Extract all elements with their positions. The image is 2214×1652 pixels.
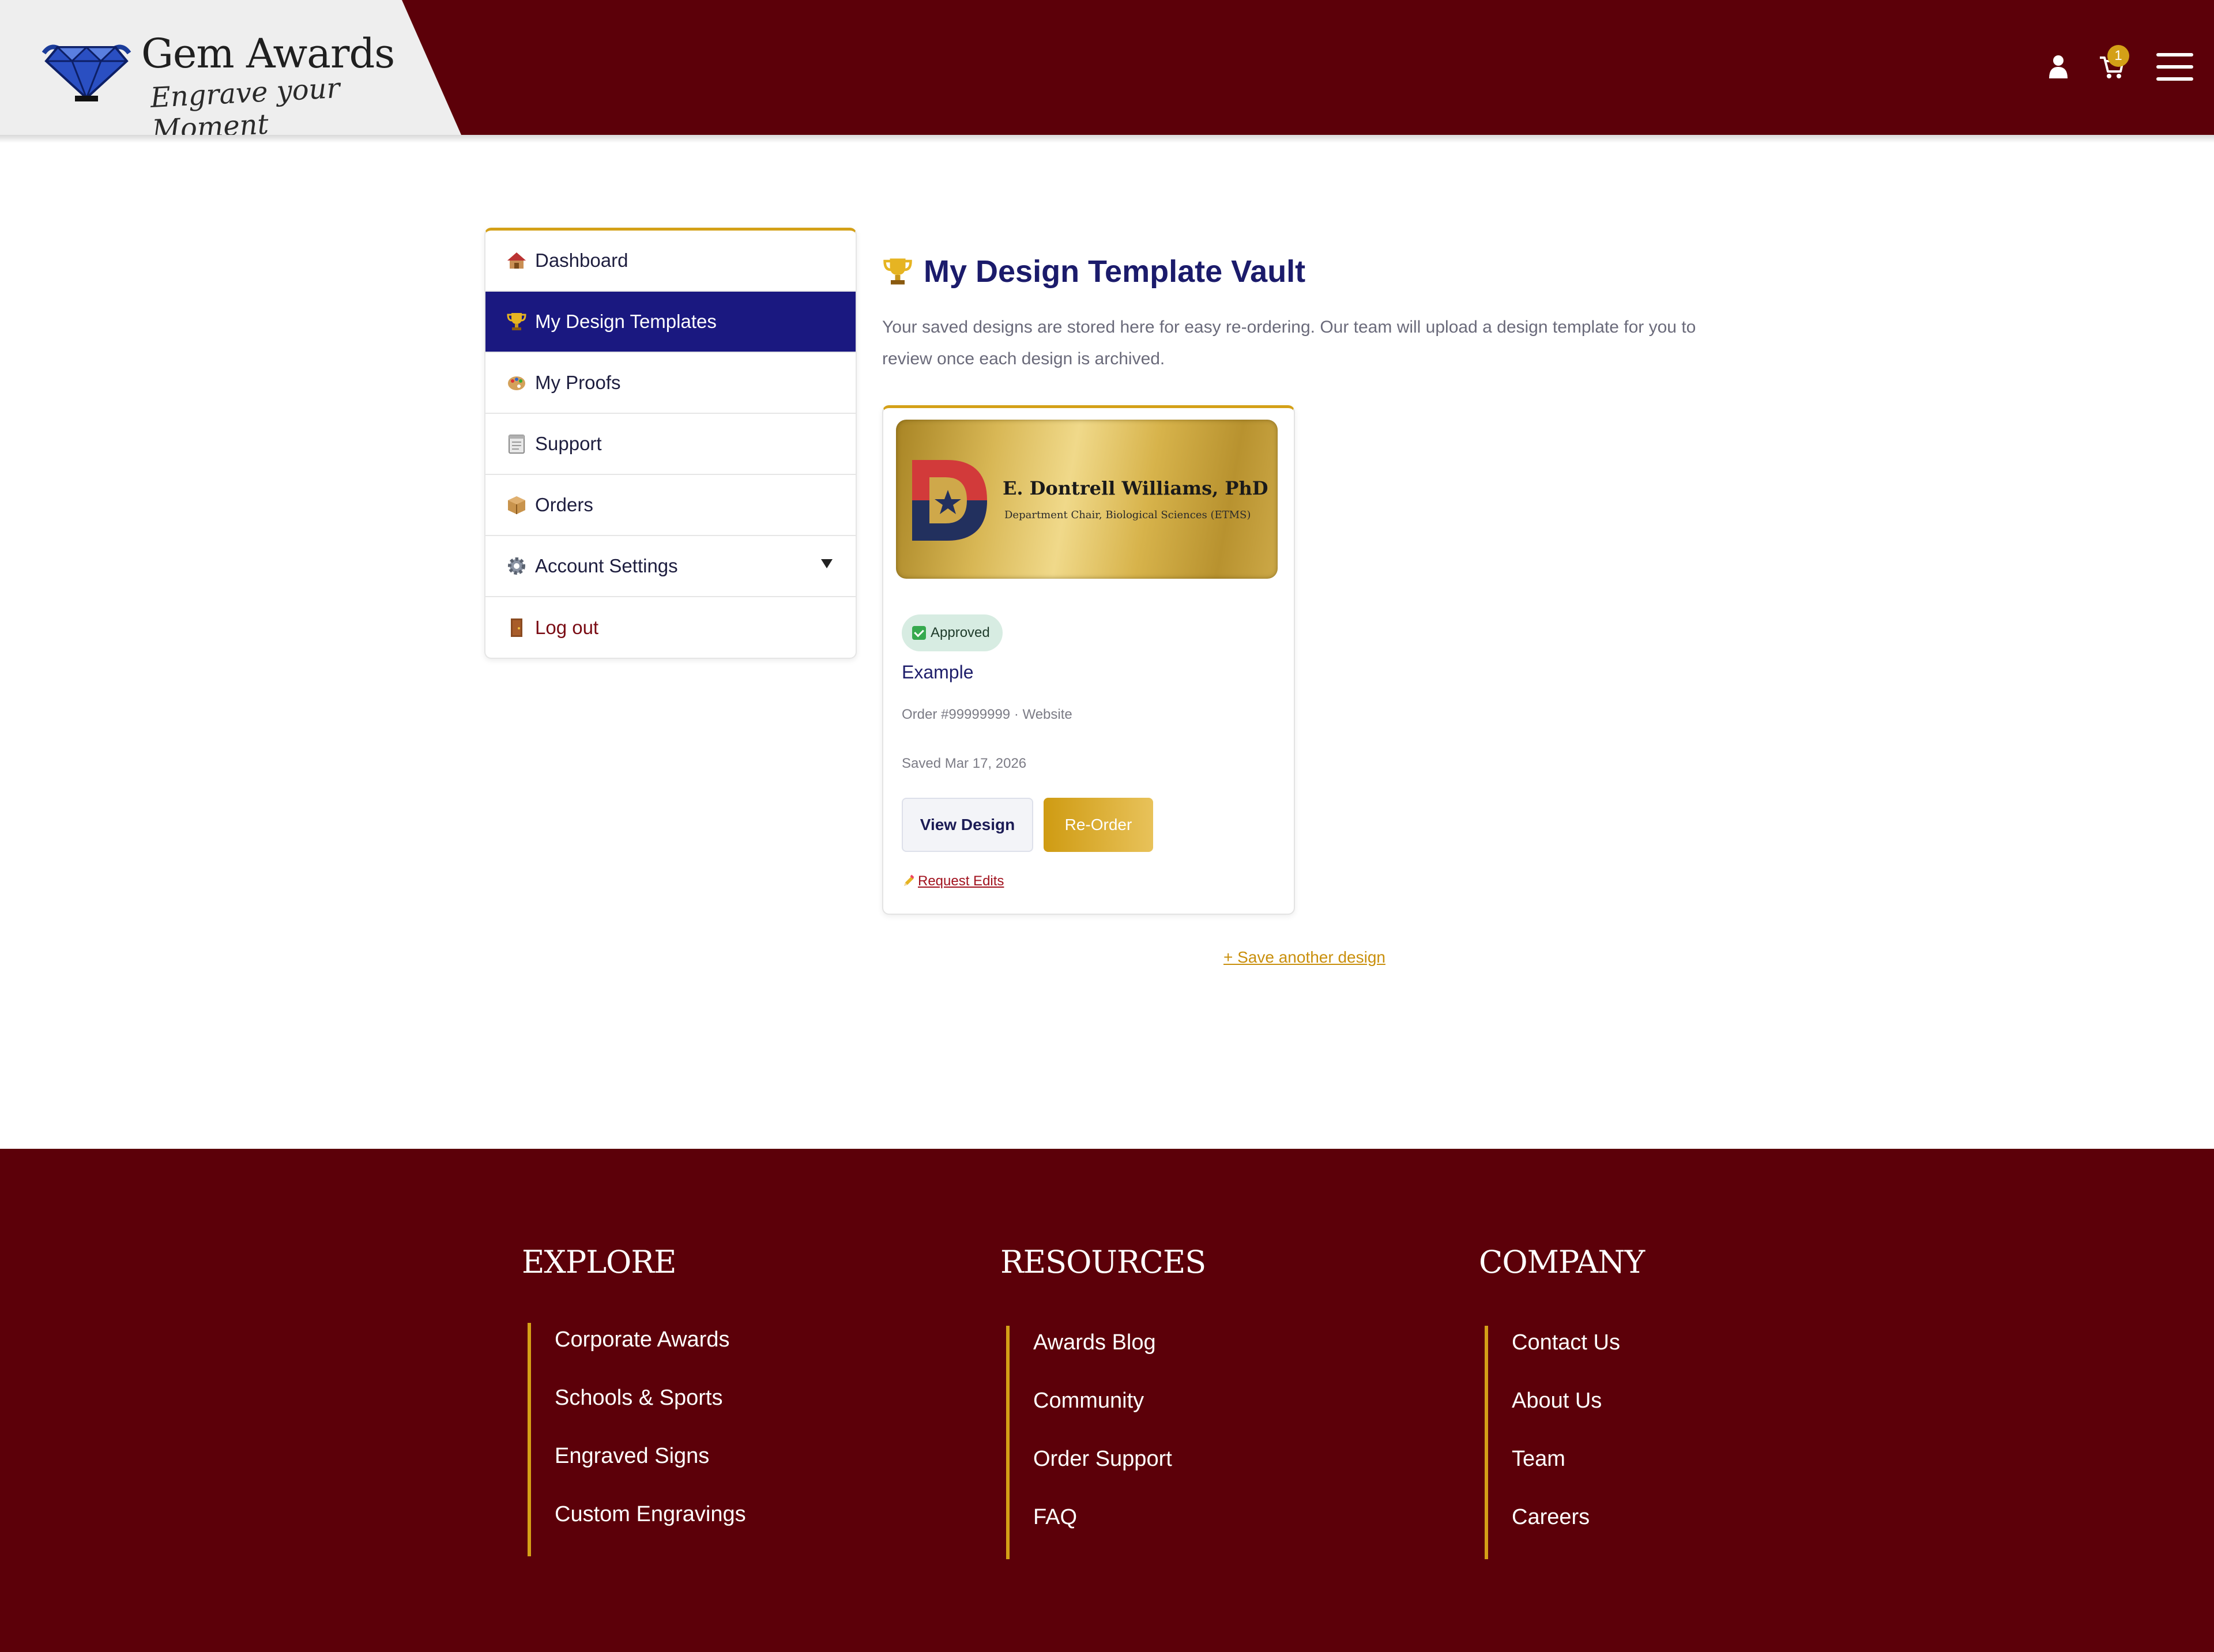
user-icon[interactable] — [2048, 54, 2069, 80]
reorder-button[interactable]: Re-Order — [1044, 798, 1153, 852]
pencil-icon — [904, 874, 914, 886]
trophy-icon — [507, 313, 526, 330]
site-footer: EXPLORE Corporate Awards Schools & Sport… — [0, 1149, 2214, 1652]
gear-icon — [508, 557, 525, 575]
cart-count-badge: 1 — [2107, 45, 2129, 67]
footer-link-about-us[interactable]: About Us — [1512, 1389, 1602, 1413]
footer-heading-explore: EXPLORE — [522, 1244, 676, 1280]
page-title-text: My Design Template Vault — [924, 254, 1306, 289]
footer-link-engraved-signs[interactable]: Engraved Signs — [555, 1444, 709, 1469]
sidebar-item-support[interactable]: Support — [485, 414, 856, 475]
plaque-logo-icon — [912, 460, 987, 541]
house-icon — [507, 252, 526, 269]
footer-link-faq[interactable]: FAQ — [1033, 1505, 1077, 1530]
footer-link-awards-blog[interactable]: Awards Blog — [1033, 1330, 1156, 1355]
footer-link-careers[interactable]: Careers — [1512, 1505, 1590, 1530]
footer-link-contact-us[interactable]: Contact Us — [1512, 1330, 1620, 1355]
request-edits-link[interactable]: Request Edits — [902, 873, 1004, 889]
footer-heading-resources: RESOURCES — [1000, 1244, 1206, 1280]
clipboard-icon — [509, 435, 525, 454]
gem-logo-icon — [42, 44, 131, 101]
palette-icon — [508, 376, 525, 390]
plaque-subtitle: Department Chair, Biological Sciences (E… — [1004, 509, 1251, 521]
footer-divider — [1485, 1326, 1488, 1559]
status-badge-label: Approved — [931, 625, 990, 640]
footer-link-schools-sports[interactable]: Schools & Sports — [555, 1386, 722, 1410]
footer-link-corporate-awards[interactable]: Corporate Awards — [555, 1327, 729, 1352]
sidebar-item-log-out[interactable]: Log out — [485, 597, 856, 658]
status-badge: Approved — [902, 614, 1003, 651]
footer-heading-company: COMPANY — [1479, 1244, 1645, 1280]
sidebar-item-my-design-templates[interactable]: My Design Templates — [485, 292, 856, 353]
menu-icon[interactable] — [2156, 52, 2193, 82]
package-icon — [508, 496, 525, 514]
sidebar-item-my-proofs[interactable]: My Proofs — [485, 353, 856, 414]
page-description: Your saved designs are stored here for e… — [882, 318, 1696, 368]
sidebar-item-label: Log out — [535, 617, 599, 638]
save-another-design-link[interactable]: + Save another design — [1223, 948, 1385, 967]
sidebar-item-label: Dashboard — [535, 250, 628, 271]
sidebar-item-dashboard[interactable]: Dashboard — [485, 231, 856, 292]
page-title: My Design Template Vault — [882, 254, 1305, 289]
header-shadow — [0, 135, 2214, 143]
sidebar-item-label: My Design Templates — [535, 311, 717, 332]
request-edits-label: Request Edits — [918, 873, 1004, 889]
footer-link-custom-engravings[interactable]: Custom Engravings — [555, 1502, 746, 1527]
design-card: E. Dontrell Williams, PhD Department Cha… — [882, 405, 1295, 915]
sidebar-item-label: Account Settings — [535, 555, 678, 576]
sidebar-item-label: Orders — [535, 494, 593, 515]
door-icon — [511, 618, 522, 637]
sidebar-item-label: My Proofs — [535, 372, 621, 393]
design-preview-image[interactable]: E. Dontrell Williams, PhD Department Cha… — [896, 420, 1278, 579]
site-header: Gem Awards Engrave your Moment 1 — [0, 0, 2214, 135]
order-meta: Order #99999999 · Website — [902, 707, 1072, 722]
logo-panel[interactable]: Gem Awards Engrave your Moment — [0, 0, 461, 135]
sidebar-item-orders[interactable]: Orders — [485, 475, 856, 536]
trophy-icon — [883, 258, 912, 285]
saved-date: Saved Mar 17, 2026 — [902, 756, 1027, 771]
view-design-button[interactable]: View Design — [902, 798, 1033, 852]
chevron-down-icon[interactable] — [821, 559, 833, 568]
sidebar-item-label: Support — [535, 433, 602, 454]
footer-link-team[interactable]: Team — [1512, 1447, 1565, 1472]
footer-divider — [1006, 1326, 1010, 1559]
brand-title: Gem Awards — [141, 30, 395, 77]
design-name: Example — [902, 662, 974, 682]
footer-divider — [528, 1323, 531, 1556]
checkmark-icon — [912, 626, 926, 640]
brand-tagline: Engrave your Moment — [149, 71, 341, 147]
sidebar-item-account-settings[interactable]: Account Settings — [485, 536, 856, 597]
plaque-name: E. Dontrell Williams, PhD — [1003, 477, 1268, 499]
account-sidebar: Dashboard My Design Templates My Proofs … — [484, 228, 857, 659]
footer-link-community[interactable]: Community — [1033, 1389, 1144, 1413]
footer-link-order-support[interactable]: Order Support — [1033, 1447, 1172, 1472]
